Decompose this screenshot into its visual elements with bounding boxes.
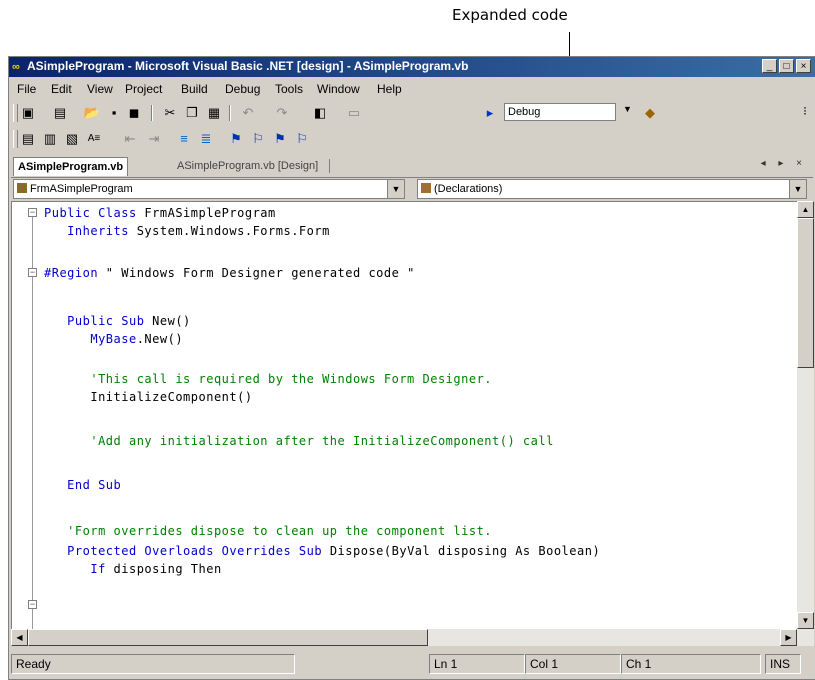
menu-view[interactable]: View [87, 82, 113, 96]
code-line: 'Form overrides dispose to clean up the … [44, 524, 493, 538]
code-line: 'Add any initialization after the Initia… [44, 434, 554, 448]
collapse-icon[interactable]: − [28, 600, 37, 609]
code-line: InitializeComponent() [44, 390, 253, 404]
tab-design-view[interactable]: ASimpleProgram.vb [Design] [173, 157, 331, 175]
code-line: If disposing Then [44, 562, 222, 576]
add-item-icon[interactable]: ▤ [51, 104, 69, 122]
tab-code-view[interactable]: ASimpleProgram.vb [13, 157, 129, 176]
chevron-down-icon[interactable]: ▼ [789, 180, 806, 198]
chevron-down-icon[interactable]: ▼ [623, 104, 632, 114]
cut-icon[interactable]: ✂ [161, 104, 179, 122]
outline-guide [32, 216, 33, 268]
code-line: Protected Overloads Overrides Sub Dispos… [44, 544, 601, 558]
code-line: Inherits System.Windows.Forms.Form [44, 224, 330, 238]
clear-bookmarks-icon[interactable]: ⚐ [293, 130, 311, 148]
paste-icon[interactable]: ▦ [205, 104, 223, 122]
outline-guide [32, 276, 33, 630]
status-char: Ch 1 [621, 654, 761, 674]
quick-info-icon[interactable]: ▥ [41, 130, 59, 148]
window-title: ASimpleProgram - Microsoft Visual Basic … [27, 59, 469, 73]
redo-icon[interactable]: ↷ [273, 104, 291, 122]
maximize-button[interactable]: □ [779, 59, 794, 73]
code-line: Public Sub New() [44, 314, 191, 328]
menu-file[interactable]: File [17, 82, 36, 96]
toolbar-grip[interactable] [13, 104, 18, 122]
outdent-icon[interactable]: ⇤ [121, 130, 139, 148]
menu-edit[interactable]: Edit [51, 82, 72, 96]
menu-debug[interactable]: Debug [225, 82, 260, 96]
comment-icon[interactable]: ≡ [175, 130, 193, 148]
scroll-down-icon[interactable]: ▼ [797, 612, 814, 629]
document-tabs: ASimpleProgram.vb ASimpleProgram.vb [Des… [11, 155, 813, 178]
scroll-up-icon[interactable]: ▲ [797, 201, 814, 218]
new-project-icon[interactable]: ▣ [19, 104, 37, 122]
scroll-left-icon[interactable]: ◀ [11, 629, 28, 646]
vertical-scrollbar[interactable]: ▲ ▼ [797, 201, 814, 629]
previous-bookmark-icon[interactable]: ⚑ [271, 130, 289, 148]
collapse-icon[interactable]: − [28, 208, 37, 217]
status-bar: Ready Ln 1 Col 1 Ch 1 INS [9, 651, 815, 679]
copy-icon[interactable]: ❐ [183, 104, 201, 122]
code-line: MyBase.New() [44, 332, 184, 346]
minimize-button[interactable]: _ [762, 59, 777, 73]
app-icon: ∞ [12, 61, 20, 73]
indent-icon[interactable]: ⇥ [145, 130, 163, 148]
menu-tools[interactable]: Tools [275, 82, 303, 96]
menu-build[interactable]: Build [181, 82, 208, 96]
code-line: #Region " Windows Form Designer generate… [44, 266, 415, 280]
text-editor-toolbar: ▤ ▥ ▧ A≡ ⇤ ⇥ ≡ ≣ ⚑ ⚐ ⚑ ⚐ [11, 127, 813, 151]
menu-bar: File Edit View Project Build Debug Tools… [9, 79, 815, 99]
menu-help[interactable]: Help [377, 82, 402, 96]
status-message: Ready [11, 654, 295, 674]
toggle-bookmark-icon[interactable]: ⚑ [227, 130, 245, 148]
method-name-value: (Declarations) [434, 183, 503, 195]
toolbar-separator [151, 105, 153, 121]
class-name-dropdown[interactable]: FrmASimpleProgram ▼ [13, 179, 405, 199]
scroll-right-icon[interactable]: ▶ [780, 629, 797, 646]
save-icon[interactable]: ▪ [105, 104, 123, 122]
code-editor[interactable]: − − − Public Class FrmASimpleProgram Inh… [11, 201, 799, 631]
status-line: Ln 1 [429, 654, 525, 674]
code-line: 'This call is required by the Windows Fo… [44, 372, 493, 386]
navigate-back-icon[interactable]: ◧ [311, 104, 329, 122]
chevron-down-icon[interactable]: ▼ [387, 180, 404, 198]
toolbar-separator [229, 105, 231, 121]
next-bookmark-icon[interactable]: ⚐ [249, 130, 267, 148]
complete-word-icon[interactable]: A≡ [85, 130, 103, 148]
save-all-icon[interactable]: ◼ [125, 104, 143, 122]
ide-window: ∞ ASimpleProgram - Microsoft Visual Basi… [8, 56, 815, 680]
menu-project[interactable]: Project [125, 82, 162, 96]
menu-window[interactable]: Window [317, 82, 360, 96]
title-bar: ∞ ASimpleProgram - Microsoft Visual Basi… [9, 57, 815, 77]
toolbar-overflow-icon[interactable]: ⁝ [803, 104, 807, 118]
status-insert-mode: INS [765, 654, 801, 674]
code-line: End Sub [44, 478, 122, 492]
tab-navigation-icons[interactable]: ◂ ▸ × [761, 158, 807, 169]
class-name-value: FrmASimpleProgram [30, 183, 133, 195]
undo-icon[interactable]: ↶ [239, 104, 257, 122]
standard-toolbar: ▣ ▤ 📂 ▪ ◼ ✂ ❐ ▦ ↶ ↷ ◧ ▭ ▸ Debug ▼ ◆ ⁝ [11, 101, 813, 125]
find-icon[interactable]: ◆ [641, 104, 659, 122]
uncomment-icon[interactable]: ≣ [197, 130, 215, 148]
horizontal-scroll-thumb[interactable] [28, 629, 428, 646]
close-button[interactable]: × [796, 59, 811, 73]
parameter-info-icon[interactable]: ▧ [63, 130, 81, 148]
vertical-scroll-thumb[interactable] [797, 218, 814, 368]
method-name-dropdown[interactable]: (Declarations) ▼ [417, 179, 807, 199]
object-list-icon[interactable]: ▤ [19, 130, 37, 148]
collapse-icon[interactable]: − [28, 268, 37, 277]
navigate-forward-icon[interactable]: ▭ [345, 104, 363, 122]
open-file-icon[interactable]: 📂 [83, 104, 101, 122]
horizontal-scrollbar[interactable]: ◀ ▶ [11, 629, 814, 646]
start-icon[interactable]: ▸ [481, 104, 499, 122]
solution-configuration-select[interactable]: Debug [504, 103, 616, 121]
method-icon [421, 183, 431, 193]
toolbar-grip[interactable] [13, 130, 18, 148]
status-column: Col 1 [525, 654, 621, 674]
code-line: Public Class FrmASimpleProgram [44, 206, 276, 220]
callout-label: Expanded code [452, 6, 568, 24]
class-icon [17, 183, 27, 193]
